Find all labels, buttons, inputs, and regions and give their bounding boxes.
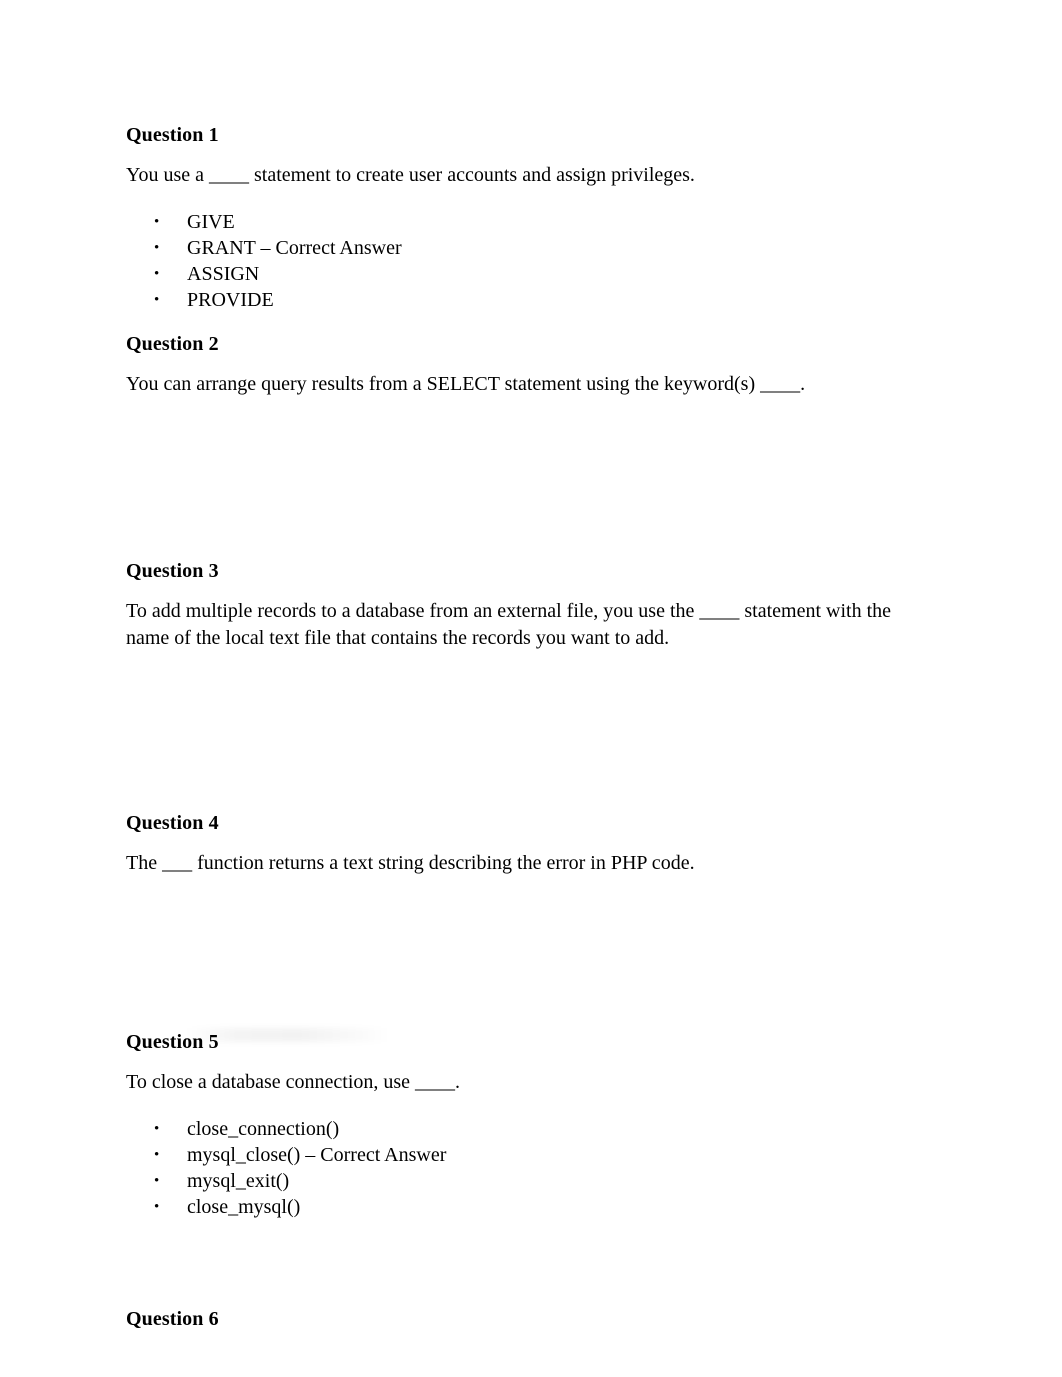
question-prompt-4: The ___ function returns a text string d… xyxy=(126,852,695,874)
question-heading-2: Question 2 xyxy=(126,333,219,355)
question-heading-4: Question 4 xyxy=(126,812,219,834)
bullet-icon: • xyxy=(154,1121,160,1137)
question-block-6: Question 6 xyxy=(126,1306,922,1332)
question-prompt-2: You can arrange query results from a SEL… xyxy=(126,373,806,395)
list-item[interactable]: • PROVIDE xyxy=(126,287,922,313)
list-item[interactable]: • close_mysql() xyxy=(126,1194,922,1220)
question-prompt-1: You use a ____ statement to create user … xyxy=(126,164,695,186)
document-page: Question 1 You use a ____ statement to c… xyxy=(0,0,1062,1377)
bullet-icon: • xyxy=(154,1147,160,1163)
bullet-icon: • xyxy=(154,292,160,308)
list-item[interactable]: • ASSIGN xyxy=(126,261,922,287)
choice-label: GIVE xyxy=(187,211,235,233)
list-item[interactable]: • mysql_close() – Correct Answer xyxy=(126,1142,922,1168)
list-item[interactable]: • GIVE xyxy=(126,209,922,235)
list-item[interactable]: • GRANT – Correct Answer xyxy=(126,235,922,261)
blank-answer-area-4 xyxy=(126,877,922,1029)
choice-label: mysql_close() – Correct Answer xyxy=(187,1144,447,1166)
question-block-5: Question 5 To close a database connectio… xyxy=(126,1029,922,1220)
question-prompt-5: To close a database connection, use ____… xyxy=(126,1071,461,1093)
bullet-icon: • xyxy=(154,1199,160,1215)
bullet-icon: • xyxy=(154,266,160,282)
list-item[interactable]: • close_connection() xyxy=(126,1116,922,1142)
choice-label: close_mysql() xyxy=(187,1196,301,1218)
question-block-1: Question 1 You use a ____ statement to c… xyxy=(126,122,922,313)
question-heading-5: Question 5 xyxy=(126,1031,219,1053)
choice-label: PROVIDE xyxy=(187,289,274,311)
choice-label: mysql_exit() xyxy=(187,1170,290,1192)
question-block-4: Question 4 The ___ function returns a te… xyxy=(126,810,922,1029)
document-content: Question 1 You use a ____ statement to c… xyxy=(126,122,922,1332)
choice-label: GRANT – Correct Answer xyxy=(187,237,402,259)
choice-label: ASSIGN xyxy=(187,263,260,285)
blank-answer-area-3 xyxy=(126,652,922,810)
question-prompt-3: To add multiple records to a database fr… xyxy=(126,600,892,649)
question-heading-6: Question 6 xyxy=(126,1308,219,1330)
question-heading-3: Question 3 xyxy=(126,560,219,582)
question-block-2: Question 2 You can arrange query results… xyxy=(126,331,922,558)
question-block-3: Question 3 To add multiple records to a … xyxy=(126,558,922,810)
choice-label: close_connection() xyxy=(187,1118,340,1140)
question-heading-1: Question 1 xyxy=(126,124,219,146)
bullet-icon: • xyxy=(154,240,160,256)
bullet-icon: • xyxy=(154,214,160,230)
bullet-icon: • xyxy=(154,1173,160,1189)
choice-list-1: • GIVE • GRANT – Correct Answer • ASSIGN… xyxy=(126,209,922,313)
list-item[interactable]: • mysql_exit() xyxy=(126,1168,922,1194)
blank-answer-area-2 xyxy=(126,398,922,558)
choice-list-5: • close_connection() • mysql_close() – C… xyxy=(126,1116,922,1220)
